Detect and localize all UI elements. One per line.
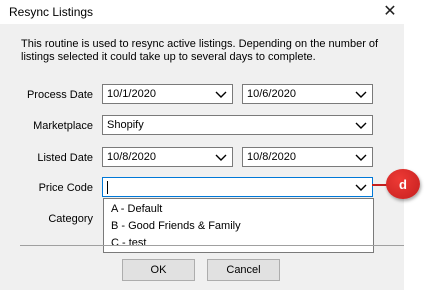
ok-button[interactable]: OK (122, 259, 195, 281)
process-date-from-dropdown[interactable]: 10/1/2020 (102, 84, 233, 104)
price-code-dropdown[interactable] (102, 177, 373, 197)
chevron-down-icon (355, 184, 367, 191)
description-text: This routine is used to resync active li… (21, 38, 379, 63)
chevron-down-icon (355, 154, 367, 161)
listed-date-from-value: 10/8/2020 (107, 151, 156, 163)
process-date-from-value: 10/1/2020 (107, 88, 156, 100)
marketplace-label: Marketplace (33, 120, 93, 132)
chevron-down-icon (215, 154, 227, 161)
price-code-option[interactable]: B - Good Friends & Family (111, 220, 241, 232)
listed-date-from-dropdown[interactable]: 10/8/2020 (102, 147, 233, 167)
listed-date-label: Listed Date (37, 152, 93, 164)
marketplace-value: Shopify (107, 119, 144, 131)
text-cursor (107, 181, 108, 194)
chevron-down-icon (215, 91, 227, 98)
price-code-label: Price Code (38, 182, 93, 194)
category-label: Category (48, 213, 93, 225)
window-title: Resync Listings (9, 5, 94, 19)
chevron-down-icon (355, 122, 367, 129)
divider (20, 245, 404, 246)
listed-date-to-dropdown[interactable]: 10/8/2020 (242, 147, 373, 167)
close-icon[interactable]: ✕ (376, 0, 404, 22)
process-date-to-dropdown[interactable]: 10/6/2020 (242, 84, 373, 104)
annotation-callout: d (386, 169, 420, 199)
title-bar: Resync Listings ✕ (0, 0, 430, 24)
chevron-down-icon (355, 91, 367, 98)
price-code-option[interactable]: C - test (111, 237, 146, 249)
process-date-to-value: 10/6/2020 (247, 88, 296, 100)
process-date-label: Process Date (26, 89, 93, 101)
cancel-button[interactable]: Cancel (207, 259, 280, 281)
price-code-option[interactable]: A - Default (111, 203, 162, 215)
background-strip (404, 24, 430, 290)
marketplace-dropdown[interactable]: Shopify (102, 115, 373, 135)
listed-date-to-value: 10/8/2020 (247, 151, 296, 163)
